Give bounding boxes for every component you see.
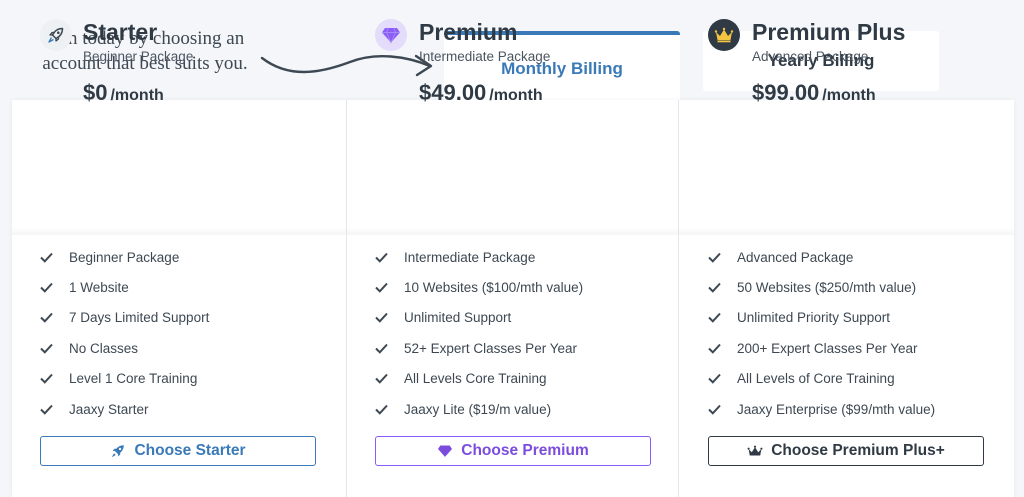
check-icon [375, 343, 388, 354]
feature-label: Jaaxy Enterprise ($99/mth value) [737, 401, 936, 417]
feature-label: Advanced Package [737, 249, 854, 265]
check-icon [708, 282, 721, 293]
plan-name-starter: Starter [83, 19, 158, 45]
check-icon [40, 252, 53, 263]
price-amount: $99.00 [752, 80, 820, 105]
feature-list-premium-plus: Advanced Package 50 Websites ($250/mth v… [708, 242, 935, 424]
plan-price-premium: $49.00/month [419, 80, 543, 106]
check-icon [708, 374, 721, 384]
choose-starter-button[interactable]: Choose Starter [40, 436, 316, 466]
price-period: /month [822, 87, 876, 104]
price-amount: $49.00 [419, 80, 487, 105]
check-icon [375, 282, 388, 293]
price-period: /month [110, 87, 164, 104]
price-amount: $0 [83, 80, 108, 105]
button-label: Choose Premium Plus+ [771, 442, 945, 459]
list-item: Intermediate Package [375, 242, 583, 272]
list-item: Beginner Package [40, 242, 209, 272]
choose-premium-button[interactable]: Choose Premium [375, 436, 651, 466]
list-item: 7 Days Limited Support [40, 303, 209, 333]
check-icon [40, 404, 53, 415]
check-icon [708, 343, 721, 354]
list-item: All Levels of Core Training [708, 364, 935, 394]
plan-price-premium-plus: $99.00/month [752, 80, 876, 106]
crown-icon [747, 445, 763, 455]
button-label: Choose Starter [134, 442, 246, 459]
check-icon [40, 313, 53, 324]
feature-label: 10 Websites ($100/mth value) [404, 280, 584, 296]
feature-label: No Classes [69, 340, 139, 356]
feature-label: 200+ Expert Classes Per Year [737, 340, 918, 356]
rocket-icon [112, 445, 125, 458]
list-item: 50 Websites ($250/mth value) [708, 272, 935, 302]
price-period: /month [489, 87, 543, 104]
plan-subtitle-premium-plus: Advanced Package [752, 49, 869, 64]
button-label: Choose Premium [461, 442, 589, 459]
check-icon [708, 404, 721, 415]
plan-price-starter: $0/month [83, 80, 164, 106]
diamond-icon [375, 19, 407, 51]
premium-plus-card-header [679, 100, 1014, 235]
list-item: Advanced Package [708, 242, 935, 272]
check-icon [375, 374, 388, 384]
check-icon [40, 282, 53, 293]
feature-label: 7 Days Limited Support [69, 310, 210, 326]
feature-label: All Levels Core Training [404, 371, 547, 387]
feature-label: Unlimited Support [404, 310, 512, 326]
feature-label: 52+ Expert Classes Per Year [404, 340, 577, 356]
diamond-icon [438, 445, 453, 457]
list-item: No Classes [40, 333, 209, 363]
crown-icon [708, 19, 740, 51]
check-icon [40, 374, 53, 384]
list-item: Unlimited Support [375, 303, 583, 333]
rocket-icon [40, 19, 72, 51]
plan-subtitle-premium: Intermediate Package [419, 49, 551, 64]
list-item: 52+ Expert Classes Per Year [375, 333, 583, 363]
feature-label: Intermediate Package [404, 249, 536, 265]
check-icon [375, 404, 388, 415]
list-item: Level 1 Core Training [40, 364, 209, 394]
list-item: Jaaxy Enterprise ($99/mth value) [708, 394, 935, 424]
plan-name-premium: Premium [419, 19, 518, 45]
starter-card-header [12, 100, 346, 235]
list-item: Jaaxy Starter [40, 394, 209, 424]
feature-label: 1 Website [69, 280, 129, 296]
arrow-icon [260, 54, 433, 77]
feature-label: Unlimited Priority Support [737, 310, 891, 326]
plan-name-premium-plus: Premium Plus [752, 19, 906, 45]
list-item: 1 Website [40, 272, 209, 302]
feature-label: Beginner Package [69, 249, 180, 265]
feature-label: Level 1 Core Training [69, 371, 198, 387]
list-item: Unlimited Priority Support [708, 303, 935, 333]
feature-label: All Levels of Core Training [737, 371, 895, 387]
check-icon [375, 313, 388, 324]
check-icon [708, 252, 721, 263]
premium-card-header [347, 100, 678, 235]
list-item: Jaaxy Lite ($19/m value) [375, 394, 583, 424]
check-icon [708, 313, 721, 324]
feature-label: 50 Websites ($250/mth value) [737, 280, 917, 296]
list-item: 200+ Expert Classes Per Year [708, 333, 935, 363]
check-icon [375, 252, 388, 263]
feature-label: Jaaxy Starter [69, 401, 149, 417]
feature-list-starter: Beginner Package 1 Website 7 Days Limite… [40, 242, 209, 424]
check-icon [40, 343, 53, 354]
feature-label: Jaaxy Lite ($19/m value) [404, 401, 552, 417]
list-item: 10 Websites ($100/mth value) [375, 272, 583, 302]
choose-premium-plus-button[interactable]: Choose Premium Plus+ [708, 436, 984, 466]
list-item: All Levels Core Training [375, 364, 583, 394]
plan-subtitle-starter: Beginner Package [83, 49, 194, 64]
feature-list-premium: Intermediate Package 10 Websites ($100/m… [375, 242, 583, 424]
